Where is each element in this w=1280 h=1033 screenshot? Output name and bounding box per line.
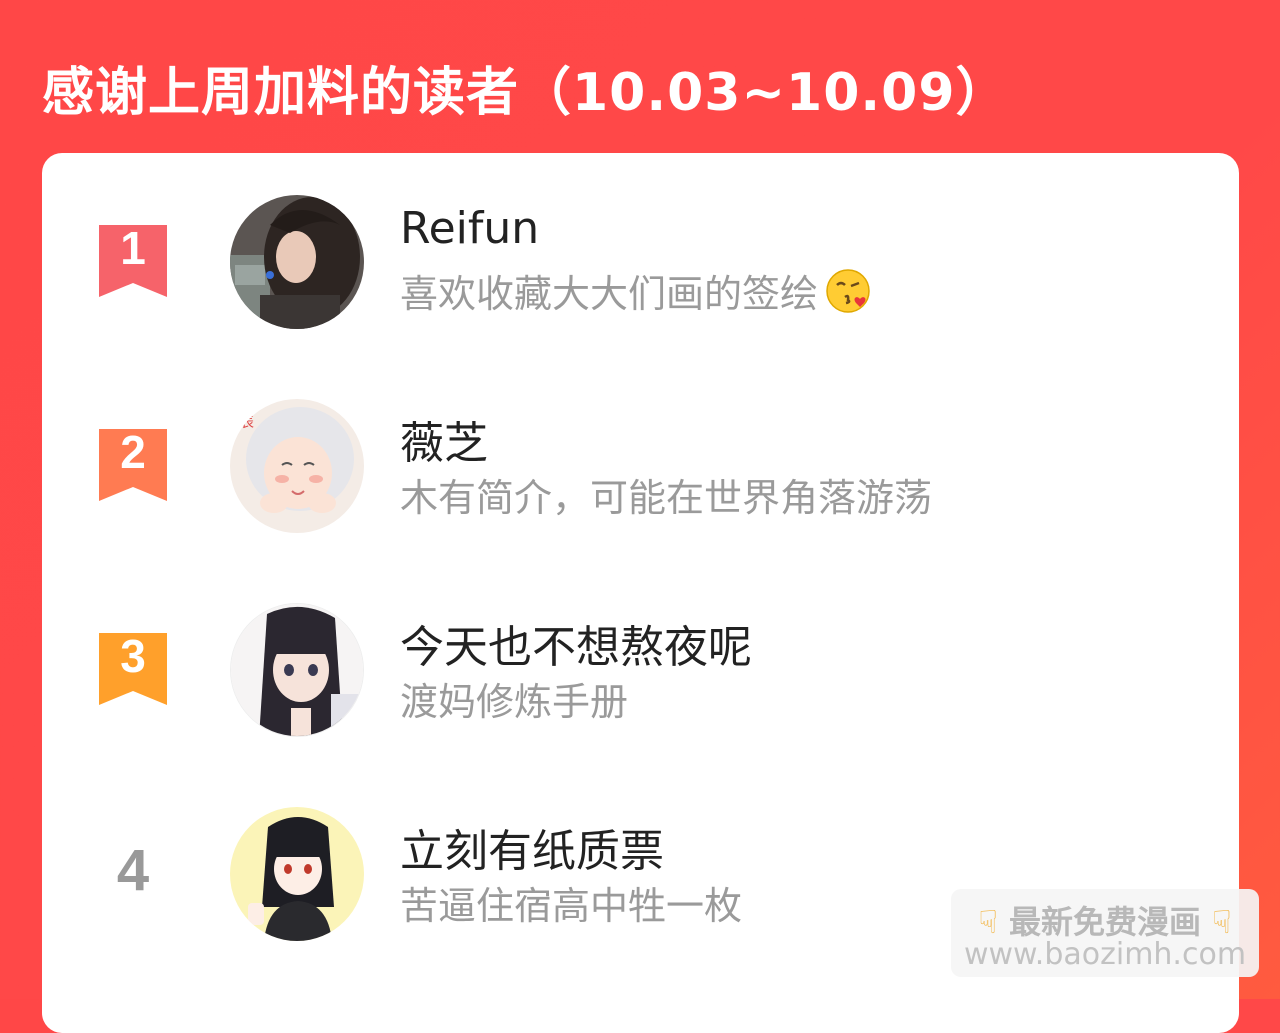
reader-bio: 渡妈修炼手册 (400, 671, 628, 726)
reader-bio: 喜欢收藏大大们画的签绘 (400, 263, 872, 318)
rank-badge: 3 (99, 630, 167, 705)
reader-bio-text: 木有简介，可能在世界角落游荡 (400, 476, 933, 520)
reader-name: Reifun (400, 203, 540, 254)
rank-badge: 1 (99, 222, 167, 297)
reader-name: 立刻有纸质票 (400, 826, 664, 877)
kissing-face-icon (824, 267, 872, 315)
list-item[interactable]: 1 Reifun 喜欢收藏大大们画的签绘 (42, 195, 1239, 330)
reader-bio: 木有简介，可能在世界角落游荡 (400, 467, 932, 522)
pointing-down-icon: ☟ (978, 903, 998, 941)
avatar[interactable]: 表 (230, 399, 364, 533)
reader-bio-text: 渡妈修炼手册 (400, 680, 629, 724)
avatar[interactable] (230, 807, 364, 941)
avatar[interactable] (230, 195, 364, 329)
rank-number: 4 (116, 838, 150, 903)
list-item[interactable]: 3 今天也不想熬夜呢 渡妈修炼手册 (42, 603, 1239, 738)
watermark-text-1: 最新免费漫画 (1008, 903, 1201, 941)
rank-number: 3 (120, 630, 146, 682)
reader-name: 今天也不想熬夜呢 (400, 622, 752, 673)
list-item[interactable]: 2 表 薇芝 木有简介，可能在世界角落游荡 (42, 399, 1239, 534)
reader-name: 薇芝 (400, 418, 488, 469)
watermark-line-2: www.baozimh.com (963, 937, 1247, 972)
avatar[interactable] (230, 603, 364, 737)
pointing-down-icon: ☟ (1212, 903, 1232, 941)
rank-badge: 2 (99, 426, 167, 501)
watermark: ☟ 最新免费漫画 ☟ www.baozimh.com (951, 889, 1259, 977)
reader-bio-text: 苦逼住宿高中牲一枚 (400, 884, 743, 928)
rank-number: 1 (120, 222, 146, 274)
page-title: 感谢上周加料的读者（10.03~10.09） (42, 63, 1009, 123)
reader-bio-text: 喜欢收藏大大们画的签绘 (400, 272, 819, 316)
reader-bio: 苦逼住宿高中牲一枚 (400, 875, 742, 930)
svg-text:表: 表 (240, 415, 254, 431)
rank-number: 2 (120, 426, 146, 478)
